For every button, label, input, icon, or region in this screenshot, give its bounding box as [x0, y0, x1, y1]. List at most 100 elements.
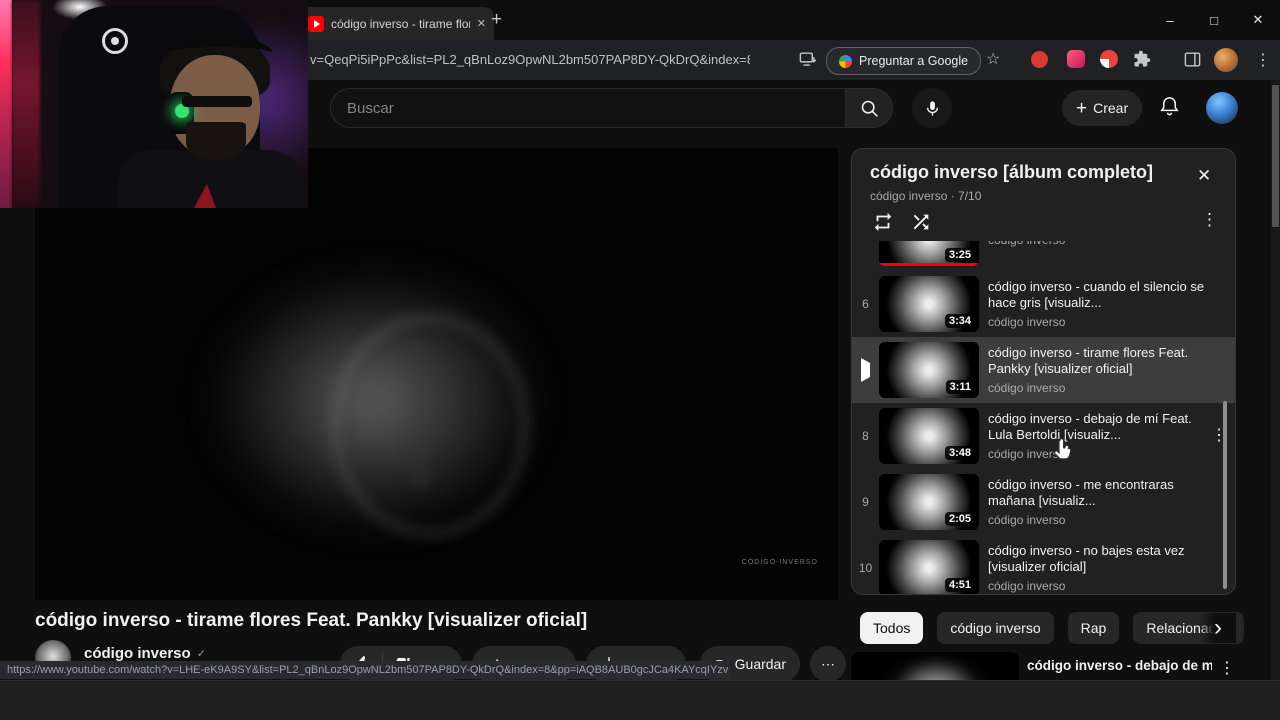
playlist-item-channel: código inverso	[988, 381, 1066, 395]
taskbar	[0, 680, 1280, 720]
search-input[interactable]	[331, 89, 861, 127]
youtube-favicon-icon	[308, 15, 324, 32]
google-lens-icon	[839, 54, 852, 68]
related-video-title[interactable]: código inverso - debajo de mí	[1027, 658, 1212, 673]
related-video-kebab-icon[interactable]: ⋮	[1219, 658, 1235, 678]
search-icon	[861, 100, 878, 117]
playlist-item[interactable]: 10 4:51 código inverso - no bajes esta v…	[852, 535, 1235, 594]
verified-check-icon: ✓	[196, 648, 206, 660]
playlist-item-thumbnail: 3:25	[879, 241, 979, 266]
playlist-item-thumbnail: 3:34	[879, 276, 979, 332]
streamer-glasses	[182, 96, 252, 107]
playlist-item-title: código inverso - cuando el silencio se h…	[988, 279, 1205, 310]
screen: código inverso - tirame flores F ✕ + – □…	[0, 0, 1280, 720]
chip-rap[interactable]: Rap	[1067, 612, 1120, 644]
link-preview-statusbar: https://www.youtube.com/watch?v=LHE-eK9A…	[0, 661, 730, 679]
playlist-item-now-playing[interactable]: 3:11 código inverso - tirame flores Feat…	[852, 337, 1235, 403]
extension-icon-3[interactable]	[1100, 50, 1118, 68]
playlist-item-index: 6	[862, 297, 869, 311]
playlist-item-thumbnail: 2:05	[879, 474, 979, 530]
playlist-close-icon[interactable]: ✕	[1197, 166, 1211, 186]
led-shelf-light	[0, 0, 12, 208]
playlist-item-channel: código inverso	[988, 579, 1066, 593]
playlist-item[interactable]: 3:25 código inverso	[852, 241, 1235, 271]
chip-todos[interactable]: Todos	[860, 612, 924, 644]
voice-search-button[interactable]	[912, 88, 952, 128]
browser-profile-avatar[interactable]	[1214, 48, 1238, 72]
youtube-account-avatar[interactable]	[1206, 92, 1238, 124]
filter-chips: Todos código inverso Rap Relacionados	[860, 612, 1245, 644]
playlist-item-index: 9	[862, 495, 869, 509]
window-close-button[interactable]: ✕	[1236, 0, 1280, 40]
repeat-icon	[874, 212, 892, 232]
playlist-item-channel: código inverso	[988, 447, 1066, 461]
watch-progress-bar	[879, 263, 979, 266]
save-label: Guardar	[734, 656, 786, 672]
send-to-device-icon[interactable]	[798, 50, 817, 69]
playlist-menu-kebab-icon[interactable]: ⋮	[1201, 210, 1218, 230]
playlist-scrollbar[interactable]	[1223, 401, 1227, 589]
window-minimize-button[interactable]: –	[1148, 0, 1192, 40]
playlist-subtitle: código inverso · 7/10	[870, 189, 982, 203]
playlist-item-channel: código inverso	[988, 513, 1066, 527]
playlist-item-thumbnail: 4:51	[879, 540, 979, 594]
chip-codigo-inverso[interactable]: código inverso	[937, 612, 1054, 644]
duration-badge: 3:48	[944, 446, 975, 460]
channel-name-label: código inverso	[84, 645, 191, 662]
playlist-item-thumbnail: 3:11	[879, 342, 979, 398]
extensions-puzzle-icon[interactable]	[1133, 50, 1151, 68]
shuffle-icon	[913, 214, 929, 230]
duration-badge: 3:11	[945, 380, 975, 394]
video-player[interactable]: CÓDIGO-INVERSO	[35, 148, 838, 600]
playlist-item-channel: código inverso	[988, 315, 1066, 329]
duration-badge: 3:34	[944, 314, 975, 328]
loop-playlist-button[interactable]	[872, 211, 894, 233]
search-button[interactable]	[845, 88, 893, 128]
video-title: código inverso - tirame flores Feat. Pan…	[35, 610, 588, 631]
browser-menu-kebab-icon[interactable]: ⋮	[1255, 50, 1271, 70]
playlist-title: código inverso [álbum completo]	[870, 162, 1154, 182]
side-panel-icon[interactable]	[1183, 50, 1202, 69]
new-tab-button[interactable]: +	[491, 9, 502, 31]
ask-google-label: Preguntar a Google	[859, 54, 969, 68]
playlist-items: 3:25 código inverso 6 3:34 código invers…	[852, 241, 1235, 594]
now-playing-icon	[852, 358, 879, 382]
page-scrollbar[interactable]	[1271, 80, 1280, 680]
more-actions-button[interactable]: ⋯	[810, 646, 846, 682]
create-button[interactable]: + Crear	[1062, 90, 1143, 126]
shelf-shadow	[12, 0, 40, 208]
bell-icon	[1160, 97, 1179, 116]
duration-badge: 2:05	[944, 512, 975, 526]
plus-icon: +	[1076, 97, 1088, 119]
video-watermark: CÓDIGO-INVERSO	[741, 559, 818, 566]
shuffle-playlist-button[interactable]	[910, 211, 932, 233]
mic-icon	[926, 100, 938, 116]
notifications-button[interactable]	[1158, 95, 1181, 118]
chair-logo	[102, 28, 128, 54]
search-box[interactable]	[330, 88, 861, 128]
tab-close-icon[interactable]: ✕	[477, 17, 486, 30]
duration-badge: 4:51	[944, 578, 975, 592]
playlist-item-title: código inverso - tirame flores Feat. Pan…	[988, 345, 1189, 376]
playlist-item[interactable]: 9 2:05 código inverso - me encontraras m…	[852, 469, 1235, 535]
visualizer-line	[413, 343, 427, 488]
playlist-panel: código inverso [álbum completo] ✕ código…	[851, 148, 1236, 595]
playlist-item-index: 8	[862, 429, 869, 443]
channel-name[interactable]: código inverso ✓	[84, 645, 206, 662]
extension-icon-2[interactable]	[1067, 50, 1085, 68]
playlist-item[interactable]: 8 3:48 código inverso - debajo de mí Fea…	[852, 403, 1235, 469]
playlist-item-channel: código inverso	[988, 241, 1209, 247]
bookmark-star-icon[interactable]: ☆	[986, 49, 1000, 69]
extension-icon-1[interactable]	[1031, 51, 1048, 68]
browser-tab[interactable]: código inverso - tirame flores F ✕	[300, 7, 494, 40]
window-maximize-button[interactable]: □	[1192, 0, 1236, 40]
page-scrollbar-thumb[interactable]	[1272, 85, 1279, 227]
ask-google-button[interactable]: Preguntar a Google	[826, 47, 982, 75]
more-horizontal-icon: ⋯	[821, 655, 835, 672]
playlist-item-title: código inverso - debajo de mí Feat. Lula…	[988, 411, 1192, 442]
address-bar-url[interactable]: v=QeqPi5iPpPc&list=PL2_qBnLoz9OpwNL2bm50…	[310, 52, 750, 67]
playlist-item[interactable]: 6 3:34 código inverso - cuando el silenc…	[852, 271, 1235, 337]
chips-scroll-right-icon[interactable]: ›	[1200, 613, 1236, 643]
playlist-item-thumbnail: 3:48	[879, 408, 979, 464]
red-chair-accent	[194, 184, 216, 208]
